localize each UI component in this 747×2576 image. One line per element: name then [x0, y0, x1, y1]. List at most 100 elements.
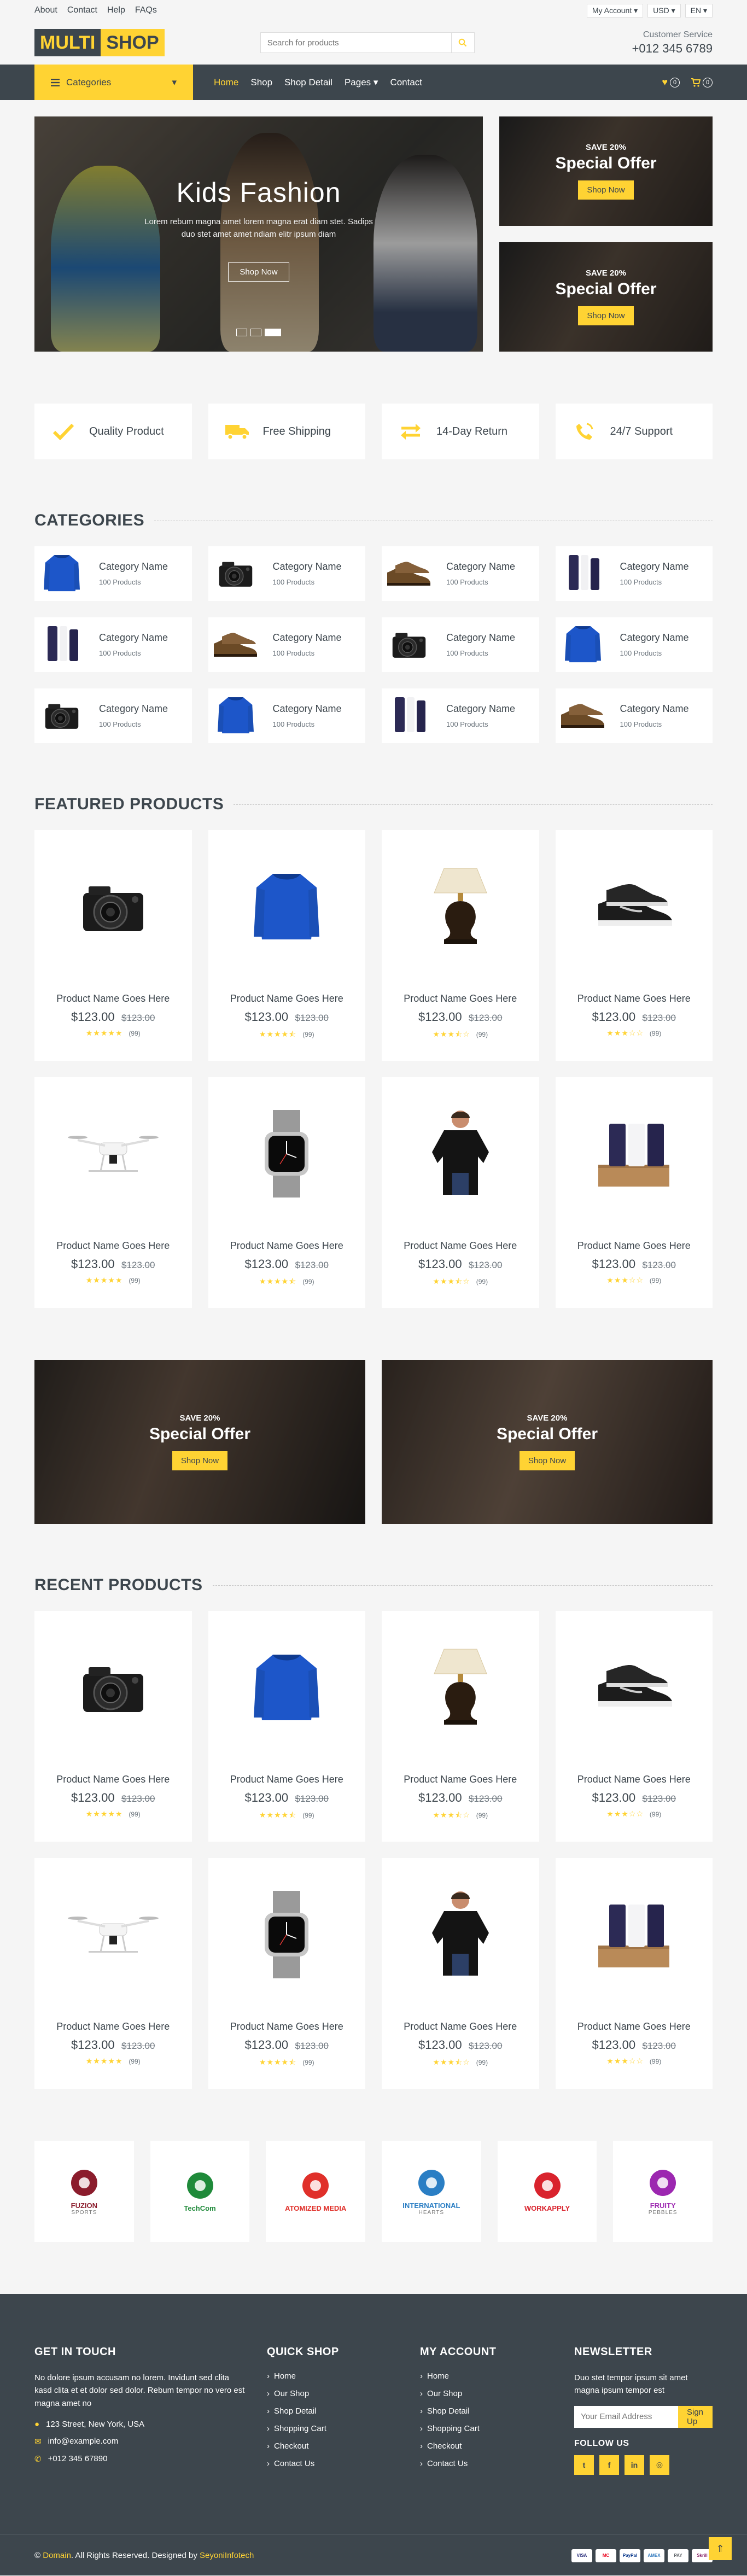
product-name[interactable]: Product Name Goes Here: [404, 1774, 517, 1785]
product-card[interactable]: Product Name Goes Here $123.00 $123.00 ★…: [208, 1858, 366, 2089]
offer-shop-button[interactable]: Shop Now: [172, 1451, 228, 1470]
product-card[interactable]: Product Name Goes Here $123.00 $123.00 ★…: [34, 830, 192, 1061]
product-name[interactable]: Product Name Goes Here: [577, 1774, 691, 1785]
footer-link[interactable]: › Contact Us: [420, 2459, 574, 2468]
offer-shop-button[interactable]: Shop Now: [519, 1451, 575, 1470]
product-name[interactable]: Product Name Goes Here: [577, 1240, 691, 1252]
sweater-icon[interactable]: [208, 1611, 366, 1764]
carousel-dot[interactable]: [236, 329, 247, 336]
top-link-about[interactable]: About: [34, 5, 57, 15]
newsletter-email-input[interactable]: [574, 2405, 678, 2428]
product-name[interactable]: Product Name Goes Here: [230, 2021, 343, 2032]
product-card[interactable]: Product Name Goes Here $123.00 $123.00 ★…: [34, 1077, 192, 1308]
vendor-logo[interactable]: WORKAPPLY: [497, 2141, 597, 2242]
search-button[interactable]: [451, 33, 474, 52]
footer-link[interactable]: › Our Shop: [420, 2389, 574, 2398]
category-card[interactable]: Category Name 100 Products: [34, 546, 192, 601]
vendor-logo[interactable]: FUZION SPORTS: [34, 2141, 134, 2242]
sweater-icon[interactable]: [208, 830, 366, 983]
top-link-contact[interactable]: Contact: [67, 5, 97, 15]
camera-icon[interactable]: [34, 830, 192, 983]
vendor-logo[interactable]: TechCom: [150, 2141, 250, 2242]
logo[interactable]: MULTI SHOP: [34, 29, 165, 56]
product-card[interactable]: Product Name Goes Here $123.00 $123.00 ★…: [382, 1077, 539, 1308]
product-name[interactable]: Product Name Goes Here: [404, 2021, 517, 2032]
product-name[interactable]: Product Name Goes Here: [404, 1240, 517, 1252]
product-name[interactable]: Product Name Goes Here: [56, 993, 170, 1004]
product-card[interactable]: Product Name Goes Here $123.00 $123.00 ★…: [34, 1611, 192, 1842]
watch-icon[interactable]: [208, 1858, 366, 2011]
vendor-logo[interactable]: INTERNATIONAL HEARTS: [382, 2141, 481, 2242]
sneakers-icon[interactable]: [556, 1611, 713, 1764]
offer-shop-button[interactable]: Shop Now: [578, 180, 634, 200]
blouse-icon[interactable]: [382, 1077, 539, 1230]
nav-contact[interactable]: Contact: [390, 77, 422, 88]
vendor-logo[interactable]: ATOMIZED MEDIA: [266, 2141, 366, 2242]
product-card[interactable]: Product Name Goes Here $123.00 $123.00 ★…: [382, 1611, 539, 1842]
footer-link[interactable]: › Shop Detail: [267, 2406, 420, 2416]
cosmetics-box-icon[interactable]: [556, 1077, 713, 1230]
product-card[interactable]: Product Name Goes Here $123.00 $123.00 ★…: [208, 1077, 366, 1308]
product-card[interactable]: Product Name Goes Here $123.00 $123.00 ★…: [208, 1611, 366, 1842]
camera-icon[interactable]: [34, 1611, 192, 1764]
product-card[interactable]: Product Name Goes Here $123.00 $123.00 ★…: [555, 1077, 713, 1308]
category-card[interactable]: Category Name 100 Products: [208, 546, 365, 601]
instagram-icon[interactable]: ◎: [650, 2455, 669, 2475]
footer-link[interactable]: › Shop Detail: [420, 2406, 574, 2416]
drone-icon[interactable]: [34, 1077, 192, 1230]
category-card[interactable]: Category Name 100 Products: [555, 688, 713, 743]
drone-icon[interactable]: [34, 1858, 192, 2011]
product-card[interactable]: Product Name Goes Here $123.00 $123.00 ★…: [382, 830, 539, 1061]
search-input[interactable]: [260, 33, 451, 52]
product-card[interactable]: Product Name Goes Here $123.00 $123.00 ★…: [555, 830, 713, 1061]
watch-icon[interactable]: [208, 1077, 366, 1230]
footer-link[interactable]: › Home: [267, 2371, 420, 2381]
product-name[interactable]: Product Name Goes Here: [56, 2021, 170, 2032]
product-name[interactable]: Product Name Goes Here: [230, 1240, 343, 1252]
lamp-icon[interactable]: [382, 1611, 539, 1764]
product-card[interactable]: Product Name Goes Here $123.00 $123.00 ★…: [208, 830, 366, 1061]
category-card[interactable]: Category Name 100 Products: [555, 617, 713, 672]
product-name[interactable]: Product Name Goes Here: [230, 1774, 343, 1785]
account-dropdown[interactable]: My Account ▾: [586, 3, 644, 17]
sneakers-icon[interactable]: [556, 830, 713, 983]
language-dropdown[interactable]: EN ▾: [685, 3, 713, 17]
nav-shop-detail[interactable]: Shop Detail: [284, 77, 332, 88]
product-name[interactable]: Product Name Goes Here: [577, 2021, 691, 2032]
facebook-icon[interactable]: f: [599, 2455, 619, 2475]
footer-link[interactable]: › Checkout: [420, 2441, 574, 2451]
newsletter-signup-button[interactable]: Sign Up: [678, 2405, 713, 2428]
carousel-dot[interactable]: [250, 329, 261, 336]
category-card[interactable]: Category Name 100 Products: [382, 688, 539, 743]
product-name[interactable]: Product Name Goes Here: [56, 1774, 170, 1785]
category-card[interactable]: Category Name 100 Products: [382, 617, 539, 672]
designer-link[interactable]: SeyoniInfotech: [200, 2551, 254, 2560]
top-link-faqs[interactable]: FAQs: [135, 5, 157, 15]
lamp-icon[interactable]: [382, 830, 539, 983]
cart-button[interactable]: 0: [691, 77, 713, 88]
blouse-icon[interactable]: [382, 1858, 539, 2011]
product-name[interactable]: Product Name Goes Here: [404, 993, 517, 1004]
category-card[interactable]: Category Name 100 Products: [382, 546, 539, 601]
footer-link[interactable]: › Shopping Cart: [420, 2424, 574, 2433]
category-card[interactable]: Category Name 100 Products: [208, 688, 365, 743]
carousel-dot-active[interactable]: [265, 329, 281, 336]
product-card[interactable]: Product Name Goes Here $123.00 $123.00 ★…: [34, 1858, 192, 2089]
currency-dropdown[interactable]: USD ▾: [647, 3, 681, 17]
nav-home[interactable]: Home: [214, 77, 238, 88]
hero-shop-button[interactable]: Shop Now: [228, 262, 289, 282]
footer-link[interactable]: › Shopping Cart: [267, 2424, 420, 2433]
vendor-logo[interactable]: FRUITY PEBBLES: [613, 2141, 713, 2242]
footer-link[interactable]: › Home: [420, 2371, 574, 2381]
product-name[interactable]: Product Name Goes Here: [577, 993, 691, 1004]
offer-shop-button[interactable]: Shop Now: [578, 306, 634, 325]
category-card[interactable]: Category Name 100 Products: [555, 546, 713, 601]
product-name[interactable]: Product Name Goes Here: [56, 1240, 170, 1252]
category-card[interactable]: Category Name 100 Products: [34, 617, 192, 672]
footer-link[interactable]: › Our Shop: [267, 2389, 420, 2398]
product-card[interactable]: Product Name Goes Here $123.00 $123.00 ★…: [555, 1611, 713, 1842]
linkedin-icon[interactable]: in: [625, 2455, 644, 2475]
back-to-top-button[interactable]: ⇑: [709, 2537, 732, 2560]
twitter-icon[interactable]: t: [574, 2455, 594, 2475]
categories-toggle[interactable]: Categories ▾: [34, 65, 193, 100]
